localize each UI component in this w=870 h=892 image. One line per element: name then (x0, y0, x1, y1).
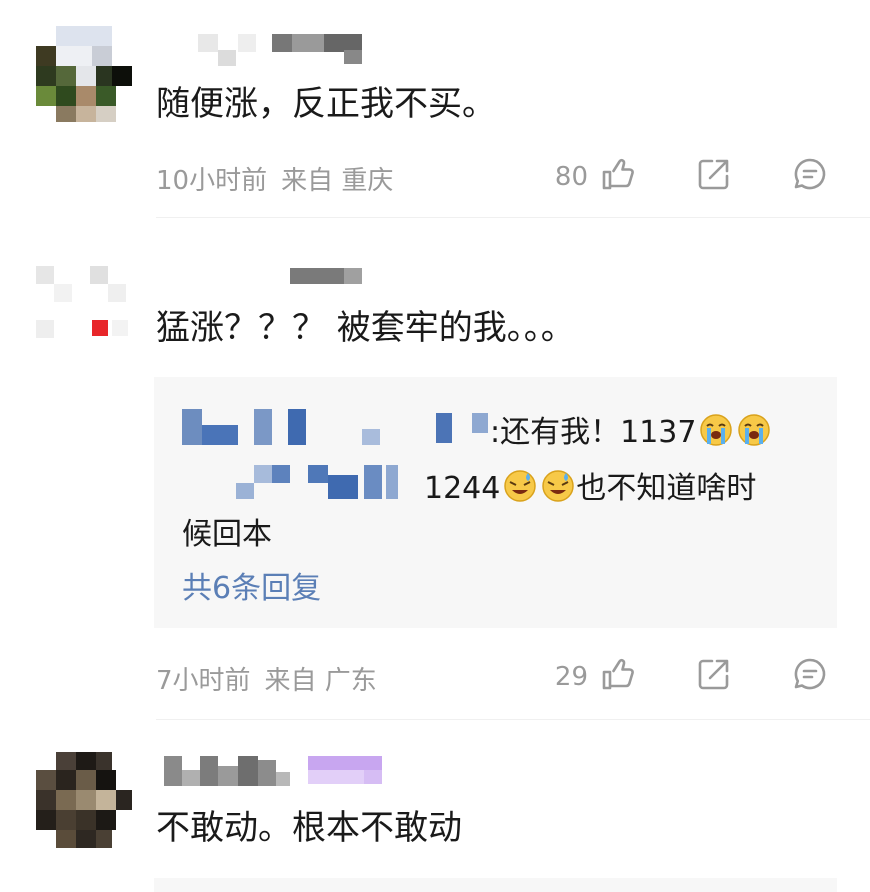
avatar[interactable] (36, 752, 132, 848)
comment-text: 随便涨，反正我不买。 (156, 84, 496, 124)
comment-location: 来自 重庆 (281, 166, 394, 196)
crying-emoji (738, 414, 771, 446)
like-count: 29 (554, 662, 588, 692)
crying-emoji (700, 414, 733, 446)
share-icon[interactable] (696, 656, 732, 692)
avatar[interactable] (36, 262, 132, 358)
avatar[interactable] (36, 26, 132, 122)
reply-line-1: :还有我！1137 (490, 407, 772, 451)
reply-number: 1244 (424, 471, 501, 506)
divider (156, 719, 870, 720)
reply-line-2: 1244 也不知道啥时 (424, 463, 756, 507)
share-icon[interactable] (696, 156, 732, 192)
comment-location: 来自 广东 (264, 666, 377, 696)
comment-time: 10小时前 (156, 166, 268, 196)
comment-meta: 10小时前 来自 重庆 (156, 160, 407, 197)
reply-preview[interactable] (154, 878, 837, 892)
comment-text: 不敢动。根本不敢动 (156, 808, 462, 848)
sweat-smile-emoji (542, 470, 575, 502)
reply-text: :还有我！1137 (490, 415, 697, 450)
comment-time: 7小时前 (156, 666, 251, 696)
more-replies-link[interactable]: 共6条回复 (182, 563, 321, 607)
comment-icon[interactable] (792, 156, 828, 192)
comment-meta: 7小时前 来自 广东 (156, 660, 391, 697)
comment-text: 猛涨？？？ 被套牢的我。。。 (156, 308, 575, 348)
sweat-smile-emoji (504, 470, 537, 502)
divider (156, 217, 870, 218)
reply-line-3: 候回本 (182, 517, 272, 552)
like-icon[interactable] (600, 656, 636, 692)
comment-icon[interactable] (792, 656, 828, 692)
reply-text-continued: 也不知道啥时 (576, 471, 757, 506)
reply-preview[interactable]: :还有我！1137 1244 也不知道啥时 候回本 共6条回复 (154, 377, 837, 628)
like-icon[interactable] (600, 156, 636, 192)
like-count: 80 (554, 162, 588, 192)
